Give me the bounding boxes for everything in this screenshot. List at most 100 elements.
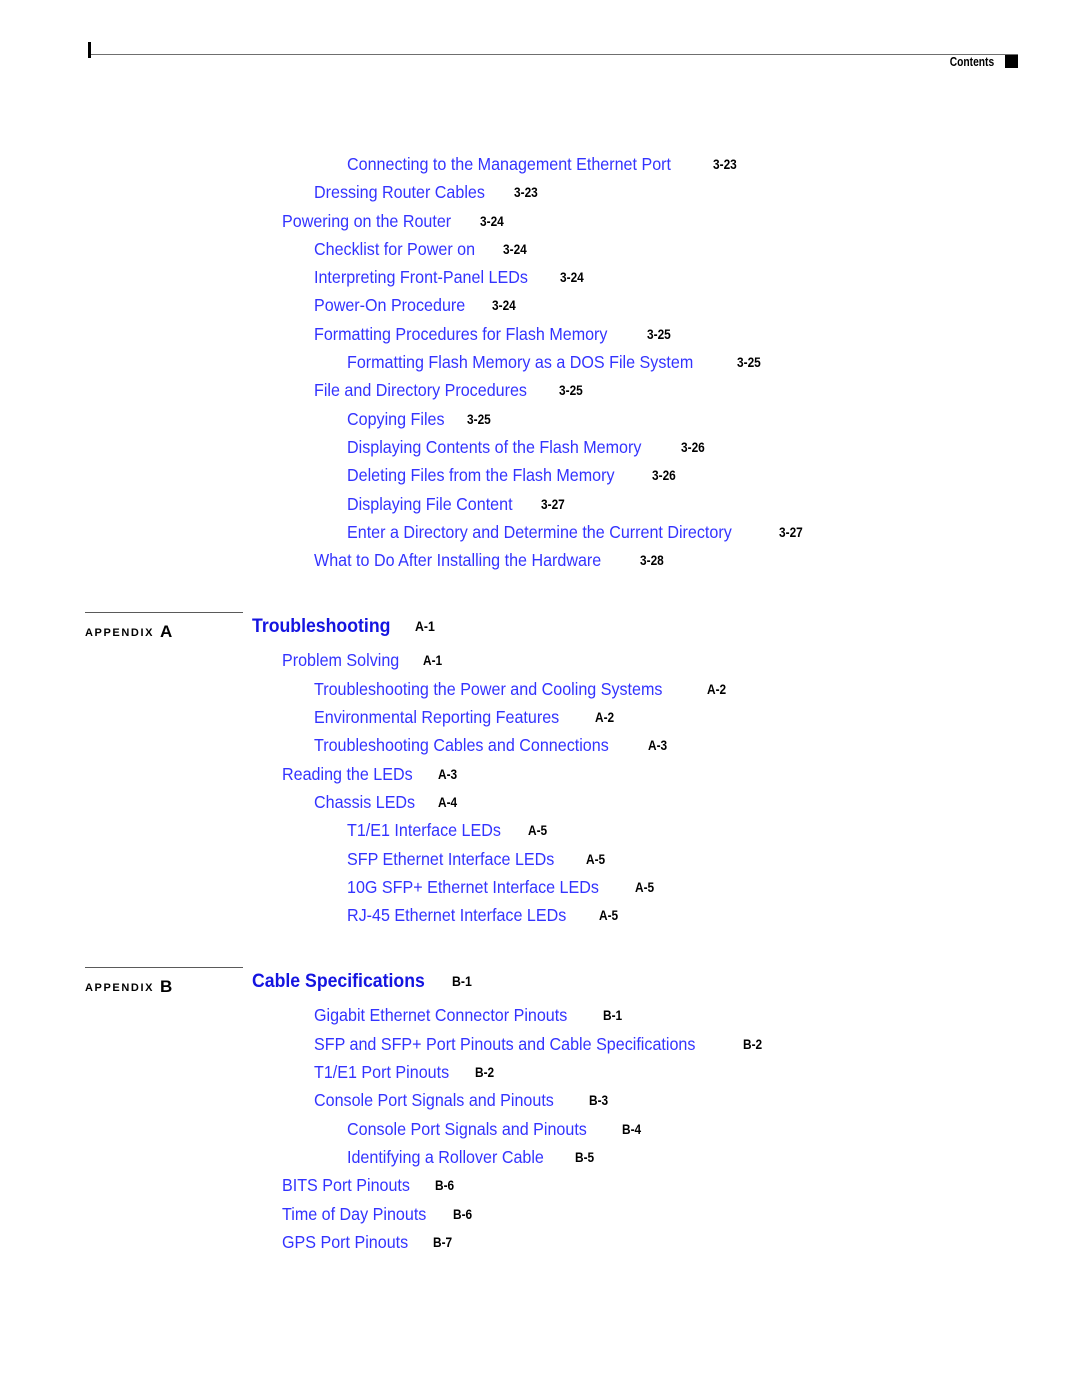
toc-section-appendix-a: Problem Solving A-1 Troubleshooting the P… <box>0 646 1080 929</box>
toc-entry-title: File and Directory Procedures <box>314 380 527 401</box>
appendix-b-title-row[interactable]: Cable Specifications B-1 <box>252 971 474 993</box>
toc-entry[interactable]: 10G SFP+ Ethernet Interface LEDs A-5 <box>0 873 1080 901</box>
header-square-marker-icon <box>1005 55 1018 68</box>
toc-entry[interactable]: Enter a Directory and Determine the Curr… <box>0 518 1080 546</box>
toc-entry[interactable]: Interpreting Front-Panel LEDs 3-24 <box>0 263 1080 291</box>
page-footer: Cisco ASR 901 10G Series Aggregation Ser… <box>0 1277 1080 1397</box>
toc-entry-title: Console Port Signals and Pinouts <box>347 1118 587 1139</box>
appendix-a-title-row[interactable]: Troubleshooting A-1 <box>252 616 437 638</box>
toc-entry-title: BITS Port Pinouts <box>282 1175 410 1196</box>
toc-entry-page: 3-25 <box>737 355 762 371</box>
toc-entry-title: GPS Port Pinouts <box>282 1231 409 1252</box>
toc-entry[interactable]: BITS Port Pinouts B-6 <box>0 1171 1080 1199</box>
toc-entry-title: Powering on the Router <box>282 210 452 231</box>
toc-entry-title: T1/E1 Port Pinouts <box>314 1062 450 1083</box>
toc-entry-page: A-3 <box>648 738 668 754</box>
toc-entry[interactable]: SFP Ethernet Interface LEDs A-5 <box>0 845 1080 873</box>
appendix-a-page: A-1 <box>414 618 435 635</box>
appendix-tag-letter: A <box>160 622 173 642</box>
toc-entry-page: 3-26 <box>681 439 705 455</box>
toc-entry[interactable]: Powering on the Router 3-24 <box>0 207 1080 235</box>
toc-entry-page: A-4 <box>437 794 458 810</box>
toc-entry-page: 3-24 <box>560 270 585 286</box>
toc-entry-title: Gigabit Ethernet Connector Pinouts <box>314 1005 568 1026</box>
toc-entry[interactable]: Connecting to the Management Ethernet Po… <box>0 150 1080 178</box>
toc-entry-title: Enter a Directory and Determine the Curr… <box>347 521 732 542</box>
toc-entry-title: SFP Ethernet Interface LEDs <box>347 848 555 869</box>
toc-entry-title: SFP and SFP+ Port Pinouts and Cable Spec… <box>314 1033 696 1054</box>
toc-entry[interactable]: Troubleshooting Cables and Connections A-… <box>0 731 1080 759</box>
toc-entry-page: A-5 <box>586 851 606 867</box>
toc-entry-page: A-2 <box>706 681 726 697</box>
toc-entry[interactable]: Power-On Procedure 3-24 <box>0 291 1080 319</box>
toc-entry[interactable]: T1/E1 Port Pinouts B-2 <box>0 1058 1080 1086</box>
toc-entry[interactable]: T1/E1 Interface LEDs A-5 <box>0 816 1080 844</box>
toc-entry-page: 3-28 <box>640 553 665 569</box>
appendix-tag-word: APPENDIX <box>85 982 155 995</box>
toc-entry[interactable]: Console Port Signals and Pinouts B-3 <box>0 1086 1080 1114</box>
toc-entry[interactable]: Formatting Procedures for Flash Memory 3-… <box>0 320 1080 348</box>
toc-entry[interactable]: Gigabit Ethernet Connector Pinouts B-1 <box>0 1001 1080 1029</box>
toc-entry-page: A-5 <box>599 908 619 924</box>
document-page: Contents Connecting to the Management Et… <box>0 0 1080 1397</box>
appendix-tag-word: APPENDIX <box>85 627 155 640</box>
toc-entry[interactable]: Chassis LEDs A-4 <box>0 788 1080 816</box>
toc-entry[interactable]: Time of Day Pinouts B-6 <box>0 1200 1080 1228</box>
table-of-contents: Connecting to the Management Ethernet Po… <box>0 150 1080 1256</box>
toc-entry[interactable]: Environmental Reporting Features A-2 <box>0 703 1080 731</box>
toc-entry[interactable]: Reading the LEDs A-3 <box>0 760 1080 788</box>
toc-entry-title: Chassis LEDs <box>314 791 416 812</box>
appendix-a-tag: APPENDIX A <box>85 621 172 641</box>
toc-entry[interactable]: Troubleshooting the Power and Cooling Sy… <box>0 675 1080 703</box>
toc-entry-page: 3-26 <box>651 468 676 484</box>
toc-entry-title: 10G SFP+ Ethernet Interface LEDs <box>347 876 599 897</box>
toc-entry-title: Reading the LEDs <box>282 763 413 784</box>
toc-entry-page: A-5 <box>528 823 548 839</box>
toc-entry-title: Troubleshooting Cables and Connections <box>314 735 609 756</box>
toc-entry-title: Dressing Router Cables <box>314 182 485 203</box>
toc-entry[interactable]: File and Directory Procedures 3-25 <box>0 376 1080 404</box>
toc-entry[interactable]: What to Do After Installing the Hardware… <box>0 546 1080 574</box>
toc-entry-page: B-3 <box>588 1093 608 1109</box>
toc-entry-page: 3-23 <box>513 185 538 201</box>
toc-entry[interactable]: Copying Files 3-25 <box>0 405 1080 433</box>
toc-entry-page: 3-24 <box>479 213 504 229</box>
toc-entry-title: Power-On Procedure <box>314 295 466 316</box>
toc-entry-title: Problem Solving <box>282 650 400 671</box>
toc-entry-title: Formatting Flash Memory as a DOS File Sy… <box>347 352 694 373</box>
toc-entry-page: B-5 <box>575 1149 595 1165</box>
header-contents-label: Contents <box>949 55 994 69</box>
toc-entry[interactable]: GPS Port Pinouts B-7 <box>0 1228 1080 1256</box>
appendix-a-title: Troubleshooting <box>252 616 391 638</box>
toc-entry-page: B-2 <box>474 1065 495 1081</box>
toc-entry-title: RJ-45 Ethernet Interface LEDs <box>347 905 567 926</box>
toc-entry[interactable]: Checklist for Power on 3-24 <box>0 235 1080 263</box>
toc-entry[interactable]: RJ-45 Ethernet Interface LEDs A-5 <box>0 901 1080 929</box>
toc-entry[interactable]: Identifying a Rollover Cable B-5 <box>0 1143 1080 1171</box>
toc-entry-title: Identifying a Rollover Cable <box>347 1146 544 1167</box>
toc-entry[interactable]: Dressing Router Cables 3-23 <box>0 178 1080 206</box>
toc-entry[interactable]: Displaying File Content 3-27 <box>0 490 1080 518</box>
toc-entry-page: 3-23 <box>713 157 737 172</box>
toc-entry-title: What to Do After Installing the Hardware <box>314 550 602 571</box>
toc-entry[interactable]: SFP and SFP+ Port Pinouts and Cable Spec… <box>0 1030 1080 1058</box>
toc-entry[interactable]: Problem Solving A-1 <box>0 646 1080 674</box>
toc-entry-page: B-4 <box>621 1121 641 1137</box>
toc-entry[interactable]: Deleting Files from the Flash Memory 3-26 <box>0 461 1080 489</box>
toc-entry-title: Formatting Procedures for Flash Memory <box>314 323 608 344</box>
toc-section-appendix-b: Gigabit Ethernet Connector Pinouts B-1 SF… <box>0 1001 1080 1256</box>
toc-entry-title: Environmental Reporting Features <box>314 707 560 728</box>
toc-entry[interactable]: Displaying Contents of the Flash Memory 3… <box>0 433 1080 461</box>
toc-entry-title: Interpreting Front-Panel LEDs <box>314 267 528 288</box>
toc-entry-title: Displaying Contents of the Flash Memory <box>347 436 642 457</box>
toc-entry[interactable]: Formatting Flash Memory as a DOS File Sy… <box>0 348 1080 376</box>
toc-entry-page: 3-27 <box>540 496 565 512</box>
toc-entry[interactable]: Console Port Signals and Pinouts B-4 <box>0 1115 1080 1143</box>
toc-entry-page: 3-25 <box>647 326 671 342</box>
page-header: Contents <box>0 0 1080 110</box>
toc-entry-page: A-3 <box>438 766 458 782</box>
toc-entry-page: 3-24 <box>503 241 527 257</box>
toc-entry-page: B-7 <box>433 1234 453 1250</box>
toc-section-chapter3: Connecting to the Management Ethernet Po… <box>0 150 1080 574</box>
